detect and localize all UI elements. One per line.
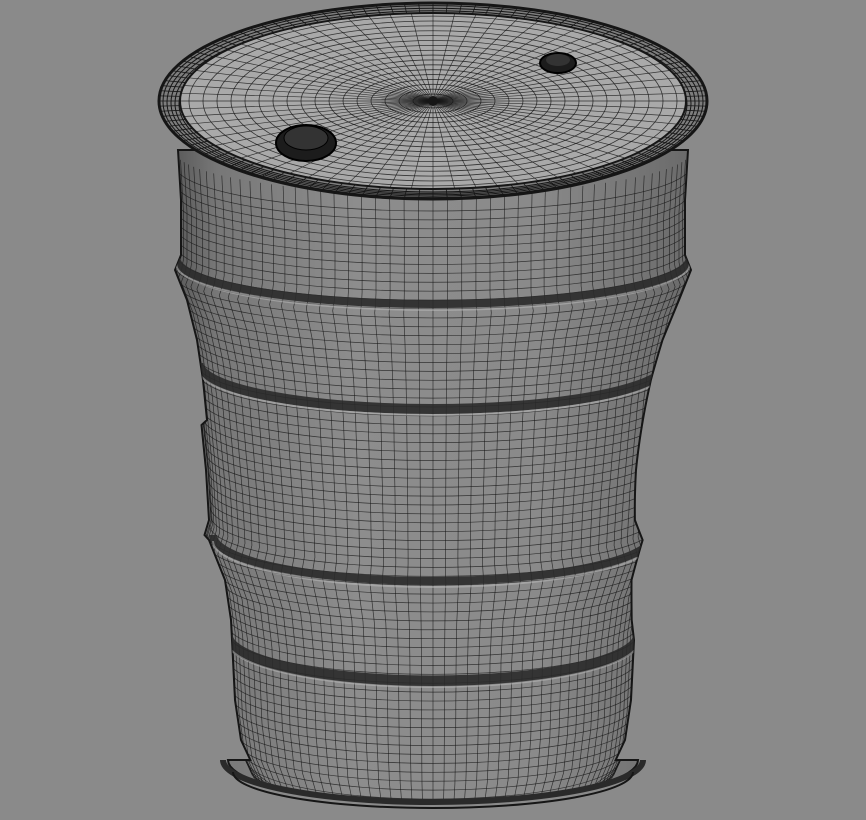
barrel-model — [157, 1, 709, 809]
large-bung-top — [283, 125, 329, 151]
viewport — [0, 0, 866, 820]
scene-canvas — [157, 1, 709, 809]
lid-center-hub — [428, 96, 438, 106]
small-bung-top — [546, 54, 570, 66]
